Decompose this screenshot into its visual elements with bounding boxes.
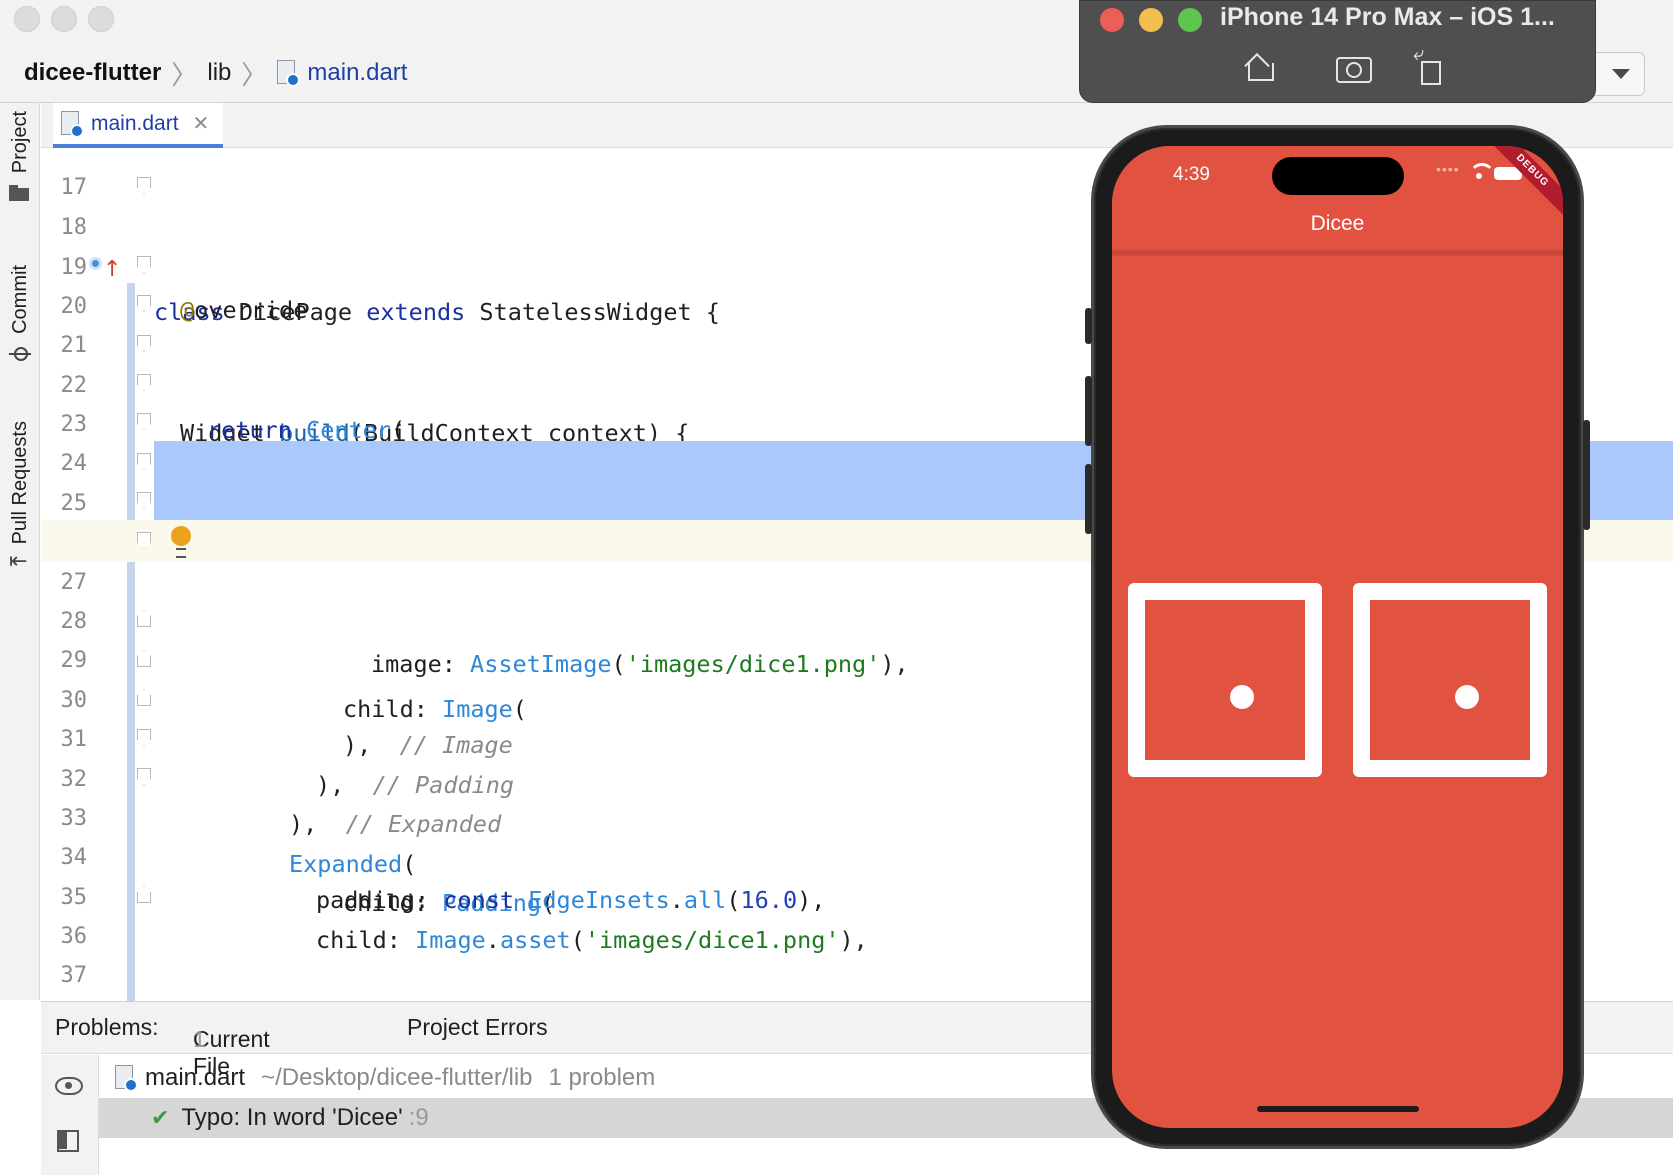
breadcrumb-file[interactable]: main.dart	[307, 59, 407, 87]
breadcrumb-project[interactable]: dicee-flutter	[24, 59, 161, 87]
fold-marker-icon[interactable]	[137, 295, 151, 312]
rotate-icon[interactable]	[1413, 41, 1447, 85]
lightbulb-icon[interactable]	[171, 526, 191, 558]
tab-project-errors[interactable]: Project Errors	[407, 1014, 548, 1041]
preview-layout-icon[interactable]	[57, 1130, 79, 1152]
line-number: 37	[60, 963, 88, 988]
fold-marker-icon[interactable]	[137, 177, 151, 194]
chevron-right-icon: 〉	[241, 59, 268, 90]
window-zoom-button[interactable]	[88, 6, 114, 32]
fold-marker-icon[interactable]	[137, 335, 151, 352]
problems-side-toolbar	[41, 1055, 99, 1175]
tool-window-pull-requests-label: Pull Requests	[8, 421, 31, 545]
fold-marker-icon[interactable]	[137, 610, 151, 627]
fold-marker-icon[interactable]	[137, 453, 151, 470]
tool-window-pull-requests[interactable]: Pull Requests	[2, 421, 38, 574]
app-screen: Dicee 4:39 •••• DEBUG	[1112, 146, 1563, 1128]
problem-file-row[interactable]: main.dart ~/Desktop/dicee-flutter/lib 1 …	[115, 1058, 655, 1098]
simulator-title: iPhone 14 Pro Max – iOS 1...	[1220, 3, 1555, 31]
tool-window-commit-label: Commit	[8, 265, 31, 334]
window-minimize-button[interactable]	[51, 6, 77, 32]
folder-icon	[9, 183, 31, 202]
fold-marker-icon[interactable]	[137, 650, 151, 667]
window-close-button[interactable]	[14, 6, 40, 32]
action-button	[1085, 308, 1092, 344]
problem-column: :9	[408, 1104, 429, 1131]
fold-marker-icon[interactable]	[137, 532, 151, 549]
problems-label: Problems:	[55, 1014, 159, 1040]
commit-icon	[9, 344, 31, 362]
dart-file-icon	[277, 60, 301, 87]
tool-window-strip: Project Commit Pull Requests	[0, 103, 40, 1000]
chevron-right-icon: 〉	[171, 59, 198, 90]
wifi-icon	[1469, 163, 1495, 179]
fold-marker-icon[interactable]	[137, 768, 151, 785]
fold-marker-icon[interactable]	[137, 256, 151, 273]
problem-count: 1 problem	[548, 1064, 656, 1091]
problem-file-name: main.dart	[145, 1064, 246, 1091]
dice-pip	[1230, 685, 1254, 709]
problem-text: Typo: In word 'Dicee'	[181, 1104, 403, 1131]
app-title: Dicee	[1310, 212, 1365, 235]
cellular-signal-icon: ••••	[1436, 161, 1460, 177]
gutter-line: 25	[41, 441, 154, 516]
eye-icon[interactable]	[55, 1077, 83, 1095]
dice-pip	[1455, 685, 1479, 709]
typo-check-icon: ✔	[151, 1105, 170, 1131]
simulator-minimize-button[interactable]	[1139, 8, 1163, 32]
fold-marker-icon[interactable]	[137, 689, 151, 706]
fold-marker-icon[interactable]	[137, 492, 151, 509]
chevron-down-icon	[1612, 69, 1630, 79]
dart-file-icon	[61, 110, 84, 138]
simulator-close-button[interactable]	[1100, 8, 1124, 32]
iphone-frame: Dicee 4:39 •••• DEBUG	[1085, 125, 1590, 1149]
fold-marker-icon[interactable]	[137, 374, 151, 391]
override-method-icon[interactable]: ↑	[89, 253, 121, 282]
tool-window-project[interactable]: Project	[2, 111, 38, 202]
right-dice-image	[1353, 583, 1547, 777]
gutter-line: 26	[41, 480, 154, 555]
volume-down-button	[1085, 464, 1092, 534]
home-icon[interactable]	[1243, 51, 1277, 83]
tool-window-commit[interactable]: Commit	[2, 265, 38, 362]
camera-icon[interactable]	[1336, 51, 1372, 83]
simulator-zoom-button[interactable]	[1178, 8, 1202, 32]
pull-request-icon	[9, 548, 31, 574]
tab-main-dart[interactable]: main.dart ✕	[53, 103, 224, 148]
fold-marker-icon[interactable]	[137, 886, 151, 903]
simulator-titlebar: iPhone 14 Pro Max – iOS 1...	[1079, 0, 1596, 103]
breadcrumb-folder[interactable]: lib	[207, 59, 231, 87]
status-time: 4:39	[1173, 164, 1210, 185]
fold-marker-icon[interactable]	[137, 413, 151, 430]
power-button	[1583, 420, 1590, 530]
home-indicator[interactable]	[1257, 1106, 1419, 1112]
tool-window-project-label: Project	[8, 111, 31, 174]
tab-label: main.dart	[91, 111, 179, 135]
problem-file-path: ~/Desktop/dicee-flutter/lib	[261, 1064, 533, 1091]
close-icon[interactable]: ✕	[193, 111, 210, 136]
dart-file-icon	[115, 1065, 138, 1092]
dynamic-island	[1272, 157, 1404, 195]
fold-marker-icon[interactable]	[137, 729, 151, 746]
breadcrumb: dicee-flutter 〉 lib 〉 main.dart	[24, 56, 407, 90]
volume-up-button	[1085, 376, 1092, 446]
left-dice-image	[1128, 583, 1322, 777]
tab-current-file-count: 1	[193, 1026, 206, 1052]
